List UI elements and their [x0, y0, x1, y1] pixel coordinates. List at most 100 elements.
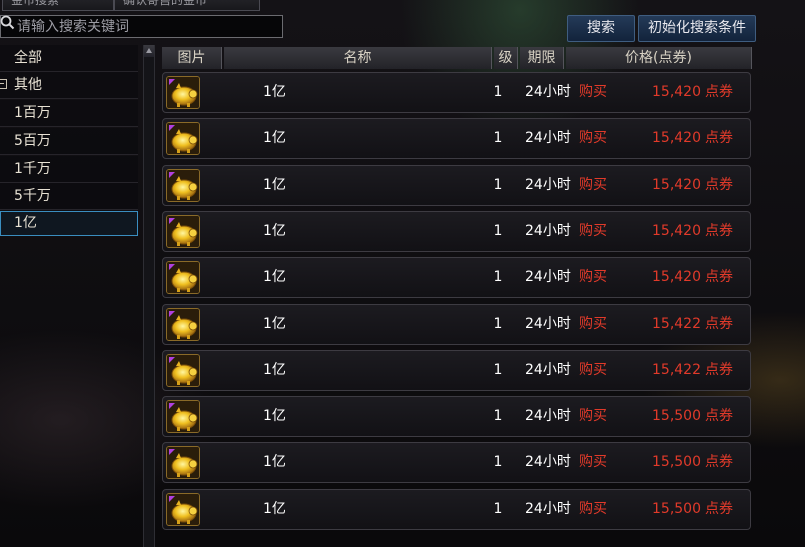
search-icon	[0, 15, 15, 30]
sidebar-scrollbar[interactable]	[143, 45, 155, 547]
gold-pig-icon	[166, 400, 200, 434]
reset-search-button[interactable]: 初始化搜索条件	[638, 15, 756, 42]
item-level: 1	[493, 408, 503, 425]
sidebar-item-label: 全部	[14, 50, 42, 66]
price-unit: 点券	[705, 361, 733, 378]
table-row[interactable]: 1亿 1 24小时 购买 15,420 点券	[162, 210, 751, 252]
top-tab-strip: 金币搜索 确认寄售的金币	[0, 0, 805, 12]
price-unit: 点券	[705, 408, 733, 425]
item-price: 15,420	[652, 222, 701, 239]
item-price: 15,420	[652, 176, 701, 193]
gold-pig-icon	[166, 446, 200, 480]
gold-pig-icon	[166, 214, 200, 248]
sidebar-item-label: 1亿	[14, 215, 37, 231]
item-price: 15,500	[652, 408, 701, 425]
table-row[interactable]: 1亿 1 24小时 购买 15,500 点券	[162, 396, 751, 438]
collapse-icon[interactable]	[0, 79, 7, 89]
buy-button[interactable]: 购买	[579, 490, 613, 529]
item-name: 1亿	[263, 315, 286, 332]
sidebar-item-1-million[interactable]: 1百万	[0, 100, 138, 127]
sidebar-item-50-million[interactable]: 5千万	[0, 183, 138, 210]
item-level: 1	[493, 361, 503, 378]
header-price: 价格(点券)	[566, 47, 752, 69]
search-input[interactable]	[17, 16, 279, 37]
gold-pig-icon	[166, 492, 200, 526]
price-unit: 点券	[705, 269, 733, 286]
sidebar-item-label: 1千万	[14, 161, 51, 177]
buy-button[interactable]: 购买	[579, 305, 613, 344]
sidebar-item-label: 5百万	[14, 133, 51, 149]
tab-gold-search[interactable]: 金币搜索	[2, 0, 114, 11]
table-row[interactable]: 1亿 1 24小时 购买 15,500 点券	[162, 488, 751, 530]
item-period: 24小时	[525, 361, 571, 378]
item-price: 15,420	[652, 84, 701, 100]
sidebar-item-label: 5千万	[14, 188, 51, 204]
item-period: 24小时	[525, 408, 571, 425]
gold-pig-icon	[166, 261, 200, 295]
item-level: 1	[493, 176, 503, 193]
table-row[interactable]: 1亿 1 24小时 购买 15,500 点券	[162, 442, 751, 484]
table-row[interactable]: 1亿 1 24小时 购买 15,420 点券	[162, 72, 751, 113]
price-unit: 点券	[705, 130, 733, 147]
item-name: 1亿	[263, 269, 286, 286]
price-unit: 点券	[705, 454, 733, 471]
table-row[interactable]: 1亿 1 24小时 购买 15,420 点券	[162, 164, 751, 206]
buy-button[interactable]: 购买	[579, 258, 613, 297]
item-period: 24小时	[525, 454, 571, 471]
header-name: 名称	[224, 47, 492, 69]
scroll-up-arrow-icon[interactable]	[144, 45, 154, 57]
item-price: 15,420	[652, 130, 701, 147]
item-period: 24小时	[525, 269, 571, 286]
table-row[interactable]: 1亿 1 24小时 购买 15,420 点券	[162, 118, 751, 160]
table-row[interactable]: 1亿 1 24小时 购买 15,422 点券	[162, 349, 751, 391]
gold-pig-icon	[166, 122, 200, 156]
gold-pig-icon	[166, 168, 200, 202]
item-period: 24小时	[525, 500, 571, 517]
item-name: 1亿	[263, 408, 286, 425]
item-period: 24小时	[525, 222, 571, 239]
item-period: 24小时	[525, 84, 571, 100]
item-price: 15,420	[652, 269, 701, 286]
item-name: 1亿	[263, 361, 286, 378]
price-unit: 点券	[705, 315, 733, 332]
buy-button[interactable]: 购买	[579, 397, 613, 436]
buy-button[interactable]: 购买	[579, 166, 613, 205]
sidebar-item-all[interactable]: 全部	[0, 45, 138, 72]
item-period: 24小时	[525, 176, 571, 193]
sidebar-item-other[interactable]: 其他	[0, 72, 138, 99]
sidebar-item-10-million[interactable]: 1千万	[0, 156, 138, 183]
table-header: 图片 名称 级 期限 价格(点券)	[162, 47, 752, 69]
buy-button[interactable]: 购买	[579, 351, 613, 390]
item-level: 1	[493, 315, 503, 332]
item-price: 15,422	[652, 361, 701, 378]
sidebar-item-5-million[interactable]: 5百万	[0, 128, 138, 155]
item-price: 15,500	[652, 500, 701, 517]
item-period: 24小时	[525, 130, 571, 147]
price-unit: 点券	[705, 84, 733, 100]
item-name: 1亿	[263, 454, 286, 471]
item-level: 1	[493, 84, 503, 100]
buy-button[interactable]: 购买	[579, 443, 613, 482]
item-level: 1	[493, 454, 503, 471]
tab-confirm-consignment[interactable]: 确认寄售的金币	[114, 0, 260, 11]
table-row[interactable]: 1亿 1 24小时 购买 15,420 点券	[162, 257, 751, 299]
item-name: 1亿	[263, 130, 286, 147]
header-image: 图片	[162, 47, 222, 69]
item-name: 1亿	[263, 176, 286, 193]
buy-button[interactable]: 购买	[579, 73, 613, 112]
item-period: 24小时	[525, 315, 571, 332]
table-row[interactable]: 1亿 1 24小时 购买 15,422 点券	[162, 303, 751, 345]
buy-button[interactable]: 购买	[579, 119, 613, 158]
buy-button[interactable]: 购买	[579, 212, 613, 251]
price-unit: 点券	[705, 222, 733, 239]
sidebar-item-100-million[interactable]: 1亿	[0, 211, 138, 236]
search-button[interactable]: 搜索	[567, 15, 635, 42]
item-level: 1	[493, 269, 503, 286]
sidebar-item-label: 1百万	[14, 105, 51, 121]
gold-pig-icon	[166, 307, 200, 341]
item-name: 1亿	[263, 222, 286, 239]
gold-pig-icon	[166, 76, 200, 109]
header-period: 期限	[520, 47, 564, 69]
item-level: 1	[493, 222, 503, 239]
item-price: 15,422	[652, 315, 701, 332]
